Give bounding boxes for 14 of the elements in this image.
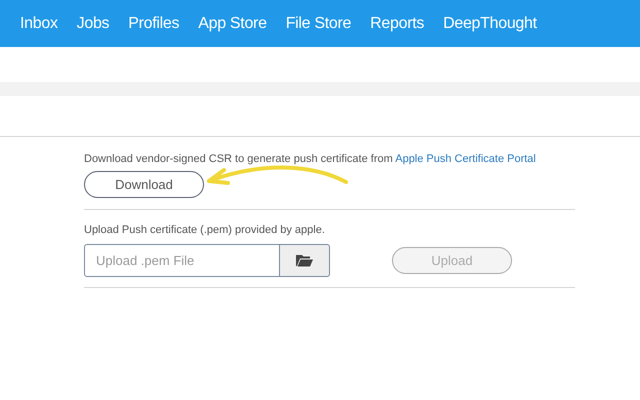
nav-link[interactable]: DeepThought: [443, 14, 537, 32]
portal-link[interactable]: Apple Push Certificate Portal: [395, 153, 536, 165]
download-button[interactable]: Download: [84, 171, 204, 198]
download-instructions: Download vendor-signed CSR to generate push certificate from Apple Push Certificate Portal: [84, 153, 537, 165]
nav-link[interactable]: Jobs: [76, 14, 110, 32]
browse-button[interactable]: [280, 244, 330, 277]
nav-link[interactable]: File Store: [286, 14, 352, 32]
folder-icon: [296, 254, 313, 267]
nav-link[interactable]: Reports: [370, 14, 424, 32]
nav-link[interactable]: Inbox: [20, 14, 58, 32]
file-field[interactable]: Upload .pem File: [84, 244, 280, 277]
nav-link[interactable]: Profiles: [128, 14, 180, 32]
nav-link[interactable]: App Store: [198, 14, 267, 32]
upload-instructions: Upload Push certificate (.pem) provided by apple.: [84, 224, 326, 236]
